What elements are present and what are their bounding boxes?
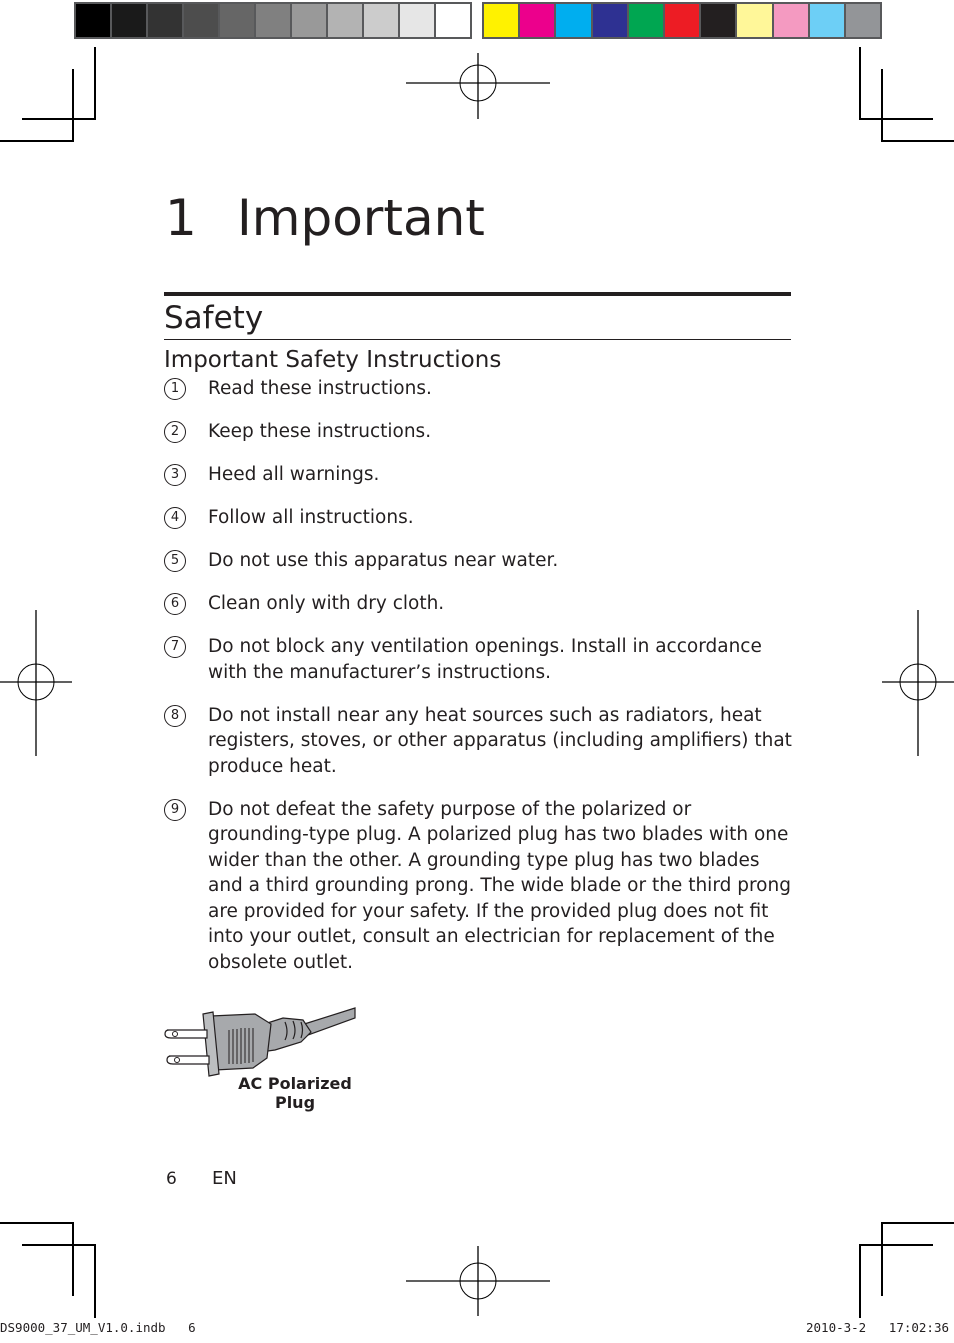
instruction-item: 3 Heed all warnings. xyxy=(164,462,794,488)
instruction-text: Heed all warnings. xyxy=(208,464,380,485)
circled-number: 7 xyxy=(164,636,186,658)
registration-mark-bottom xyxy=(406,1246,550,1316)
language-code: EN xyxy=(212,1168,237,1189)
instruction-text: Keep these instructions. xyxy=(208,421,432,442)
grayscale-swatch xyxy=(256,4,290,37)
instruction-item: 8 Do not install near any heat sources su… xyxy=(164,703,794,780)
grayscale-swatch xyxy=(184,4,218,37)
instruction-item: 9 Do not defeat the safety purpose of the… xyxy=(164,797,794,976)
section-rule-thick xyxy=(164,292,791,296)
grayscale-color-bar xyxy=(74,2,472,39)
instruction-list: 1 Read these instructions. 2 Keep these ins… xyxy=(164,376,794,975)
plug-caption-line1: AC Polarized xyxy=(238,1074,352,1093)
page-number: 6 xyxy=(166,1169,177,1189)
circled-number: 3 xyxy=(164,464,186,486)
grayscale-swatch xyxy=(328,4,362,37)
process-color-swatch xyxy=(773,4,808,37)
registration-mark-top xyxy=(406,53,550,119)
plug-caption: AC Polarized Plug xyxy=(220,1074,370,1112)
process-color-swatch xyxy=(737,4,772,37)
instruction-item: 4 Follow all instructions. xyxy=(164,505,794,531)
section-title: Safety xyxy=(164,300,264,336)
grayscale-swatch xyxy=(436,4,470,37)
section-rule-thin xyxy=(164,339,791,340)
chapter-number: 1 xyxy=(165,189,197,247)
circled-number: 5 xyxy=(164,550,186,572)
subsection-title: Important Safety Instructions xyxy=(164,347,502,373)
instruction-text: Do not use this apparatus near water. xyxy=(208,550,559,571)
grayscale-swatch xyxy=(364,4,398,37)
instruction-item: 2 Keep these instructions. xyxy=(164,419,794,445)
instruction-text: Do not defeat the safety purpose of the … xyxy=(208,798,791,973)
instruction-item: 6 Clean only with dry cloth. xyxy=(164,591,794,617)
instruction-text: Do not block any ventilation openings. I… xyxy=(208,636,762,683)
circled-number: 9 xyxy=(164,798,186,821)
process-color-swatch xyxy=(556,4,591,37)
process-color-swatch xyxy=(701,4,736,37)
process-color-swatch xyxy=(664,4,700,37)
slug-filename: DS9000_37_UM_V1.0.indb 6 xyxy=(0,1320,196,1335)
instruction-text: Follow all instructions. xyxy=(208,507,414,528)
instruction-item: 5 Do not use this apparatus near water. xyxy=(164,548,794,574)
grayscale-swatch xyxy=(292,4,326,37)
grayscale-swatch xyxy=(220,4,254,37)
chapter-title: Important xyxy=(237,189,485,247)
circled-number: 4 xyxy=(164,507,186,529)
chapter-heading: 1 Important xyxy=(165,186,485,250)
grayscale-swatch xyxy=(76,4,110,37)
grayscale-swatch xyxy=(148,4,182,37)
process-color-bar xyxy=(482,2,882,39)
instruction-text: Read these instructions. xyxy=(208,378,432,399)
circled-number: 2 xyxy=(164,421,186,443)
slug-timestamp: 2010-3-2 17:02:36 xyxy=(806,1320,949,1335)
instruction-text: Clean only with dry cloth. xyxy=(208,593,445,614)
plug-caption-line2: Plug xyxy=(274,1093,316,1112)
process-color-swatch xyxy=(628,4,663,37)
process-color-swatch xyxy=(520,4,555,37)
instruction-item: 1 Read these instructions. xyxy=(164,376,794,402)
circled-number: 6 xyxy=(164,593,186,615)
registration-mark-right xyxy=(882,610,954,756)
process-color-swatch xyxy=(484,4,519,37)
instruction-text: Do not install near any heat sources suc… xyxy=(208,704,792,777)
slug-date: 2010-3-2 xyxy=(806,1320,867,1335)
process-color-swatch xyxy=(845,4,881,37)
grayscale-swatch xyxy=(112,4,146,37)
instruction-item: 7 Do not block any ventilation openings. … xyxy=(164,634,794,685)
grayscale-swatch xyxy=(400,4,434,37)
circled-number: 8 xyxy=(164,704,186,727)
ac-plug-icon xyxy=(164,1007,356,1077)
process-color-swatch xyxy=(592,4,627,37)
registration-mark-left xyxy=(0,610,72,756)
process-color-swatch xyxy=(809,4,844,37)
circled-number: 1 xyxy=(164,378,186,400)
slug-time: 17:02:36 xyxy=(888,1320,950,1335)
